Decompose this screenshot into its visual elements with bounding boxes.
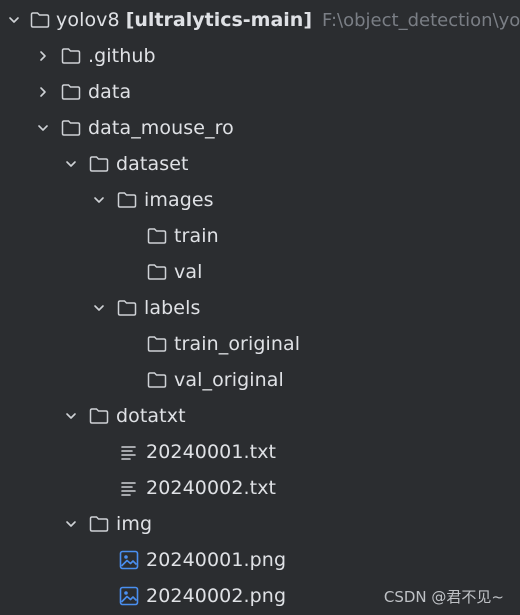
tree-item-label: dataset — [116, 153, 189, 175]
chevron-right-icon[interactable] — [36, 49, 50, 63]
folder-icon — [88, 153, 110, 175]
tree-item-label: data_mouse_ro — [88, 117, 234, 139]
folder-icon — [30, 9, 50, 31]
tree-item-png-1[interactable]: 20240001.png — [0, 542, 520, 578]
tree-item-label: img — [116, 513, 153, 535]
tree-item-val-original[interactable]: val_original — [0, 362, 520, 398]
tree-item-txt-2[interactable]: 20240002.txt — [0, 470, 520, 506]
chevron-down-icon[interactable] — [36, 121, 50, 135]
tree-item-images[interactable]: images — [0, 182, 520, 218]
tree-item-label: 20240001.txt — [146, 441, 277, 463]
tree-item-data-mouse-ro[interactable]: data_mouse_ro — [0, 110, 520, 146]
root-path: F:\object_detection\yo — [322, 9, 520, 31]
tree-item-label: train — [174, 225, 219, 247]
chevron-right-icon[interactable] — [36, 85, 50, 99]
folder-icon — [146, 225, 168, 247]
tree-item-label: 20240001.png — [146, 549, 287, 571]
tree-item-train[interactable]: train — [0, 218, 520, 254]
tree-item-label: val — [174, 261, 203, 283]
folder-icon — [60, 117, 82, 139]
folder-icon — [146, 333, 168, 355]
tree-item-data[interactable]: data — [0, 74, 520, 110]
chevron-down-icon[interactable] — [64, 157, 78, 171]
tree-item-label: labels — [144, 297, 201, 319]
chevron-down-icon[interactable] — [92, 301, 106, 315]
root-name: yolov8 — [56, 9, 120, 31]
project-tree: yolov8 [ultralytics-main] F:\object_dete… — [0, 0, 520, 615]
tree-item-label: data — [88, 81, 132, 103]
folder-icon — [146, 369, 168, 391]
tree-item-txt-1[interactable]: 20240001.txt — [0, 434, 520, 470]
tree-item-label: .github — [88, 45, 156, 67]
tree-item-train-original[interactable]: train_original — [0, 326, 520, 362]
folder-icon — [88, 513, 110, 535]
image-file-icon — [118, 549, 140, 571]
text-file-icon — [118, 477, 140, 499]
folder-icon — [146, 261, 168, 283]
image-file-icon — [118, 585, 140, 607]
tree-item-label: train_original — [174, 333, 301, 355]
tree-root-yolov8[interactable]: yolov8 [ultralytics-main] F:\object_dete… — [0, 2, 520, 38]
folder-icon — [116, 189, 138, 211]
tree-item-label: val_original — [174, 369, 284, 391]
folder-icon — [88, 405, 110, 427]
chevron-down-icon[interactable] — [92, 193, 106, 207]
folder-icon — [60, 45, 82, 67]
chevron-down-icon[interactable] — [64, 517, 78, 531]
folder-icon — [116, 297, 138, 319]
chevron-down-icon[interactable] — [8, 13, 20, 27]
tree-item-github[interactable]: .github — [0, 38, 520, 74]
tree-item-label: images — [144, 189, 214, 211]
tree-item-dotatxt[interactable]: dotatxt — [0, 398, 520, 434]
tree-item-dataset[interactable]: dataset — [0, 146, 520, 182]
tree-item-label: 20240002.png — [146, 585, 287, 607]
chevron-down-icon[interactable] — [64, 409, 78, 423]
root-project-label: [ultralytics-main] — [125, 9, 313, 31]
tree-item-label: 20240002.txt — [146, 477, 277, 499]
watermark: CSDN @君不见~ — [383, 588, 504, 606]
tree-item-label: dotatxt — [116, 405, 186, 427]
text-file-icon — [118, 441, 140, 463]
folder-icon — [60, 81, 82, 103]
tree-item-labels[interactable]: labels — [0, 290, 520, 326]
tree-item-val[interactable]: val — [0, 254, 520, 290]
tree-item-img[interactable]: img — [0, 506, 520, 542]
